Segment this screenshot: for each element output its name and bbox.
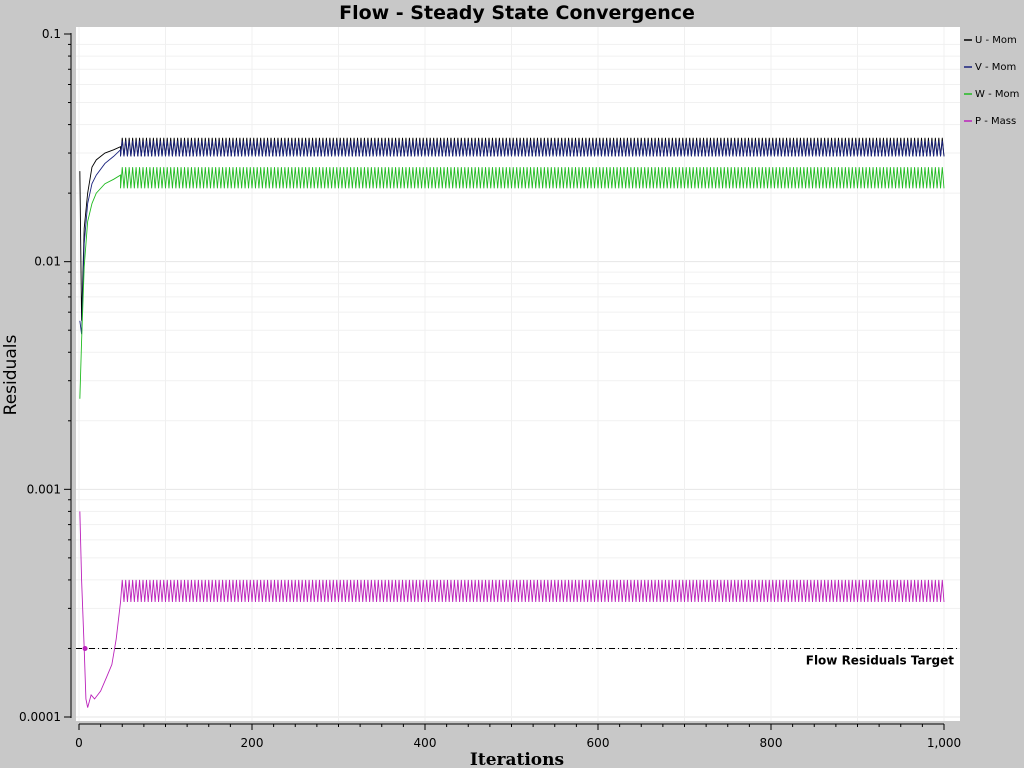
- plot-area: [76, 27, 960, 721]
- x-tick-label: 800: [760, 736, 783, 750]
- y-tick-label: 0.01: [34, 255, 61, 269]
- target-marker: [82, 645, 88, 651]
- x-tick-label: 600: [587, 736, 610, 750]
- x-tick-label: 200: [241, 736, 264, 750]
- target-label: Flow Residuals Target: [806, 653, 955, 667]
- y-axis-title: Residuals: [1, 335, 21, 416]
- convergence-chart: 0 200 400 600 800 1,000 0.1 0.01 0.001 0.0001 Flo…: [1, 2, 1019, 768]
- legend-label: V - Mom: [975, 62, 1016, 73]
- legend-label: U - Mom: [975, 35, 1017, 46]
- x-tick-label: 0: [75, 736, 83, 750]
- y-tick-label: 0.001: [27, 482, 61, 496]
- chart-title: Flow - Steady State Convergence: [339, 2, 695, 24]
- x-tick-label: 1,000: [927, 736, 961, 750]
- legend-label: W - Mom: [975, 89, 1019, 100]
- legend: U - Mom V - Mom W - Mom P - Mass: [964, 35, 1019, 127]
- legend-label: P - Mass: [975, 116, 1016, 127]
- x-axis-title: Iterations: [470, 750, 564, 768]
- y-tick-label: 0.0001: [19, 710, 61, 724]
- x-tick-label: 400: [414, 736, 437, 750]
- y-tick-label: 0.1: [42, 27, 61, 41]
